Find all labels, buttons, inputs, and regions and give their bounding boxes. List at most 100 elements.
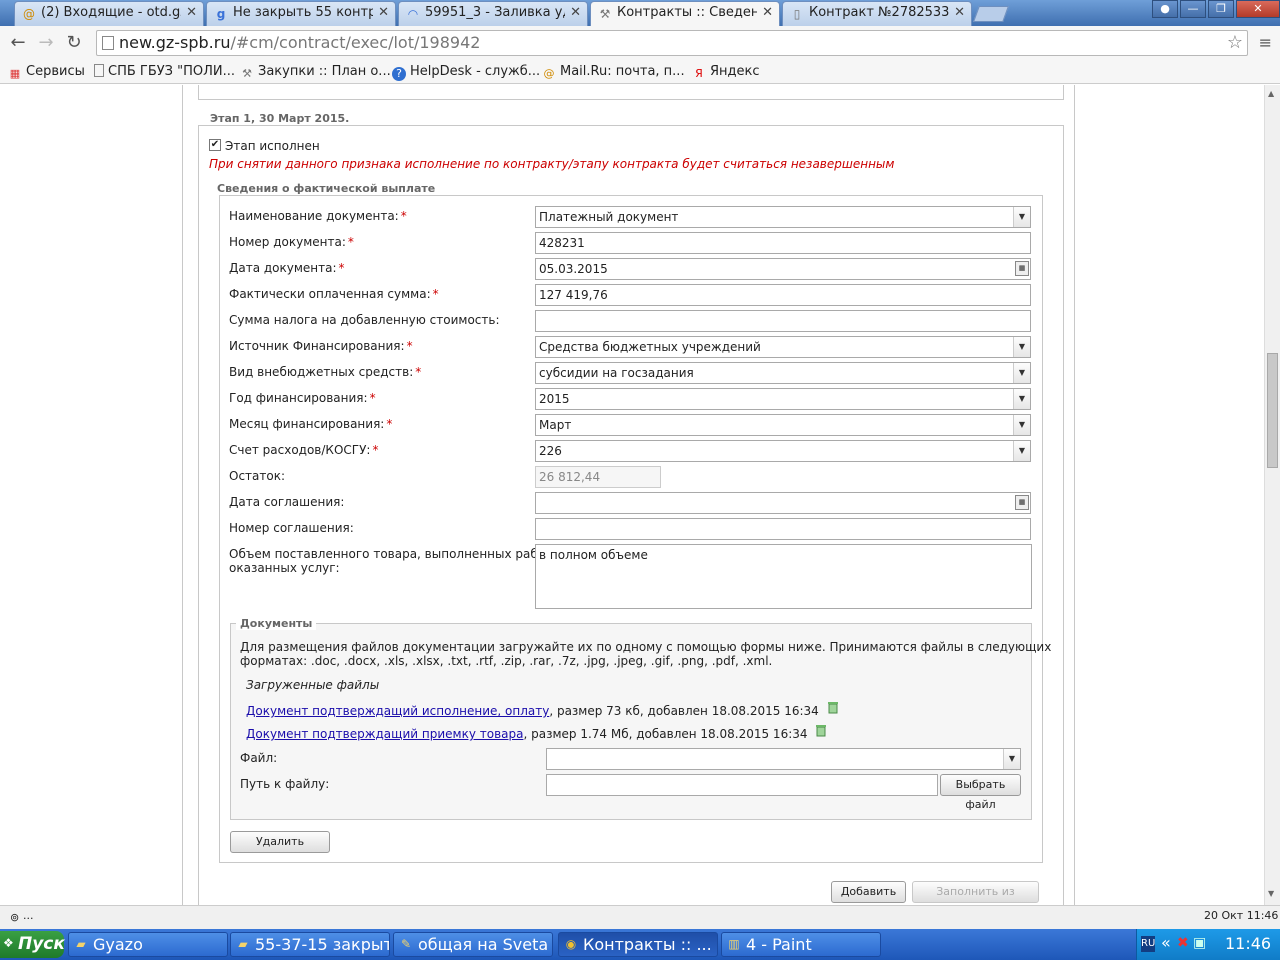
extra-budget-select[interactable]: субсидии на госзадания ▼ [535,362,1031,384]
required-mark: * [406,339,413,353]
label-text: Фактически оплаченная сумма: [229,287,431,301]
bookmark-helpdesk[interactable]: ? HelpDesk - служб... [392,63,540,81]
chevron-down-icon: ▼ [1013,363,1030,383]
kosgu-select[interactable]: 226 ▼ [535,440,1031,462]
scroll-up-icon[interactable]: ▲ [1268,89,1274,98]
folder-icon: ▰ [76,937,86,951]
tab-inbox[interactable]: @ (2) Входящие - otd.gz3 ✕ [14,1,204,26]
bookmark-label: СПБ ГБУЗ "ПОЛИ... [108,64,236,79]
required-mark: * [400,209,407,223]
calendar-icon[interactable]: ▦ [1015,495,1029,510]
language-indicator[interactable]: RU [1141,936,1155,952]
task-gyazo[interactable]: ▰ Gyazo [68,932,228,957]
bookmark-mailru[interactable]: @ Mail.Ru: почта, п... [542,63,685,81]
volume-label: Объем поставленного товара, выполненных … [229,547,556,575]
tab-upload[interactable]: ◠ 59951_3 - Заливка удал ✕ [398,1,588,26]
fin-month-select[interactable]: Март ▼ [535,414,1031,436]
label-line: Объем поставленного товара, выполненных … [229,547,556,561]
trash-icon[interactable] [815,724,827,737]
network-icon[interactable]: ▣ [1193,935,1206,951]
bookmark-services[interactable]: ▦ Сервисы [8,63,85,81]
tab-google-doc[interactable]: g Не закрыть 55 контрак ✕ [206,1,396,26]
label-text: Счет расходов/КОСГУ: [229,443,371,457]
maximize-button[interactable]: ❐ [1208,0,1234,18]
add-button[interactable]: Добавить [831,881,906,903]
tab-title: Контракт №278253302 [809,5,949,20]
agreement-number-input[interactable] [535,518,1031,540]
tray-expand-icon[interactable]: « [1161,933,1171,952]
doc-name-label: Наименование документа: * [229,209,407,223]
start-button[interactable]: ❖ Пуск [0,931,65,958]
uploaded-file-link[interactable]: Документ подтверждащий приемку товара [246,727,523,741]
agreement-date-input[interactable]: ▦ [535,492,1031,514]
minimize-button[interactable]: — [1180,0,1206,18]
select-value: субсидии на госзадания [539,366,694,380]
tab-contracts[interactable]: ⚒ Контракты :: Сведения ✕ [590,1,780,26]
bookmark-label: Яндекс [710,64,760,79]
task-shared-doc[interactable]: ✎ общая на Sveta [393,932,553,957]
calendar-icon[interactable]: ▦ [1015,261,1029,276]
task-chrome-contracts[interactable]: ◉ Контракты :: ... [558,932,718,957]
star-icon[interactable]: ☆ [1227,31,1243,55]
close-icon[interactable]: ✕ [954,5,965,20]
address-bar[interactable]: new.gz-spb.ru/#cm/contract/exec/lot/1989… [96,30,1248,56]
tab-title: (2) Входящие - otd.gz3 [41,5,181,20]
url-host: new.gz-spb.ru [119,33,231,52]
intro-line: форматах: .doc, .docx, .xls, .xlsx, .txt… [240,654,773,668]
user-icon[interactable]: ● [1152,0,1178,18]
scroll-thumb[interactable] [1267,353,1278,468]
label-line: оказанных услуг: [229,561,340,575]
bookmark-spb-gbuz[interactable]: СПБ ГБУЗ "ПОЛИ... [94,63,235,81]
file-type-select[interactable]: ▼ [546,748,1021,770]
bookmark-zakupki[interactable]: ⚒ Закупки :: План о... [240,63,391,81]
label-text: Месяц финансирования: [229,417,385,431]
stage-legend: Этап 1, 30 Март 2015. [207,112,353,125]
bookmark-yandex[interactable]: Я Яндекс [692,63,760,81]
new-tab-button[interactable] [973,6,1009,22]
stage-completed-checkbox[interactable]: ✔ [209,139,221,151]
status-bar: ⊚ ... 20 Окт 11:46 [0,905,1280,929]
close-icon[interactable]: ✕ [762,5,773,20]
page-icon [94,64,104,77]
bookmarks-bar: ▦ Сервисы СПБ ГБУЗ "ПОЛИ... ⚒ Закупки :: П… [0,60,1280,84]
required-mark: * [369,391,376,405]
balance-label: Остаток: [229,469,286,483]
reload-icon[interactable]: ↻ [62,32,86,54]
close-icon[interactable]: ✕ [378,5,389,20]
doc-name-select[interactable]: Платежный документ ▼ [535,206,1031,228]
select-value: Платежный документ [539,210,679,224]
page-scrollbar[interactable]: ▲ ▼ [1264,85,1280,905]
tools-icon: ⚒ [599,7,611,21]
back-icon[interactable]: ← [6,32,30,54]
tab-title: Не закрыть 55 контрак [233,5,373,20]
fin-year-select[interactable]: 2015 ▼ [535,388,1031,410]
vat-sum-input[interactable] [535,310,1031,332]
delete-button[interactable]: Удалить [230,831,330,853]
label-text: Источник Финансирования: [229,339,405,353]
file-path-input[interactable] [546,774,938,796]
forward-icon[interactable]: → [34,32,58,54]
window-close-button[interactable]: ✕ [1236,0,1280,18]
fin-source-select[interactable]: Средства бюджетных учреждений ▼ [535,336,1031,358]
doc-date-input[interactable]: 05.03.2015 ▦ [535,258,1031,280]
scroll-down-icon[interactable]: ▼ [1268,889,1274,898]
volume-textarea[interactable]: в полном объеме [535,544,1032,609]
required-mark: * [338,261,345,275]
bookmark-label: Сервисы [26,64,85,79]
tab-contract-number[interactable]: ▯ Контракт №278253302 ✕ [782,1,972,26]
paid-sum-input[interactable]: 127 419,76 [535,284,1031,306]
close-icon[interactable]: ✕ [186,5,197,20]
trash-icon[interactable] [827,701,839,714]
uploaded-file-link[interactable]: Документ подтверждащий исполнение, оплат… [246,704,549,718]
chevron-down-icon: ▼ [1013,207,1030,227]
doc-number-input[interactable]: 428231 [535,232,1031,254]
chevron-down-icon: ▼ [1013,415,1030,435]
tray-app-icon[interactable]: ✖ [1177,935,1189,951]
menu-icon[interactable]: ≡ [1259,33,1272,52]
task-paint[interactable]: ▥ 4 - Paint [721,932,881,957]
choose-file-button[interactable]: Выбрать файл [940,774,1021,811]
task-folder-closed[interactable]: ▰ 55-37-15 закрыт [230,932,390,957]
file-type-label: Файл: [240,751,278,765]
help-icon: ? [392,67,406,81]
close-icon[interactable]: ✕ [570,5,581,20]
